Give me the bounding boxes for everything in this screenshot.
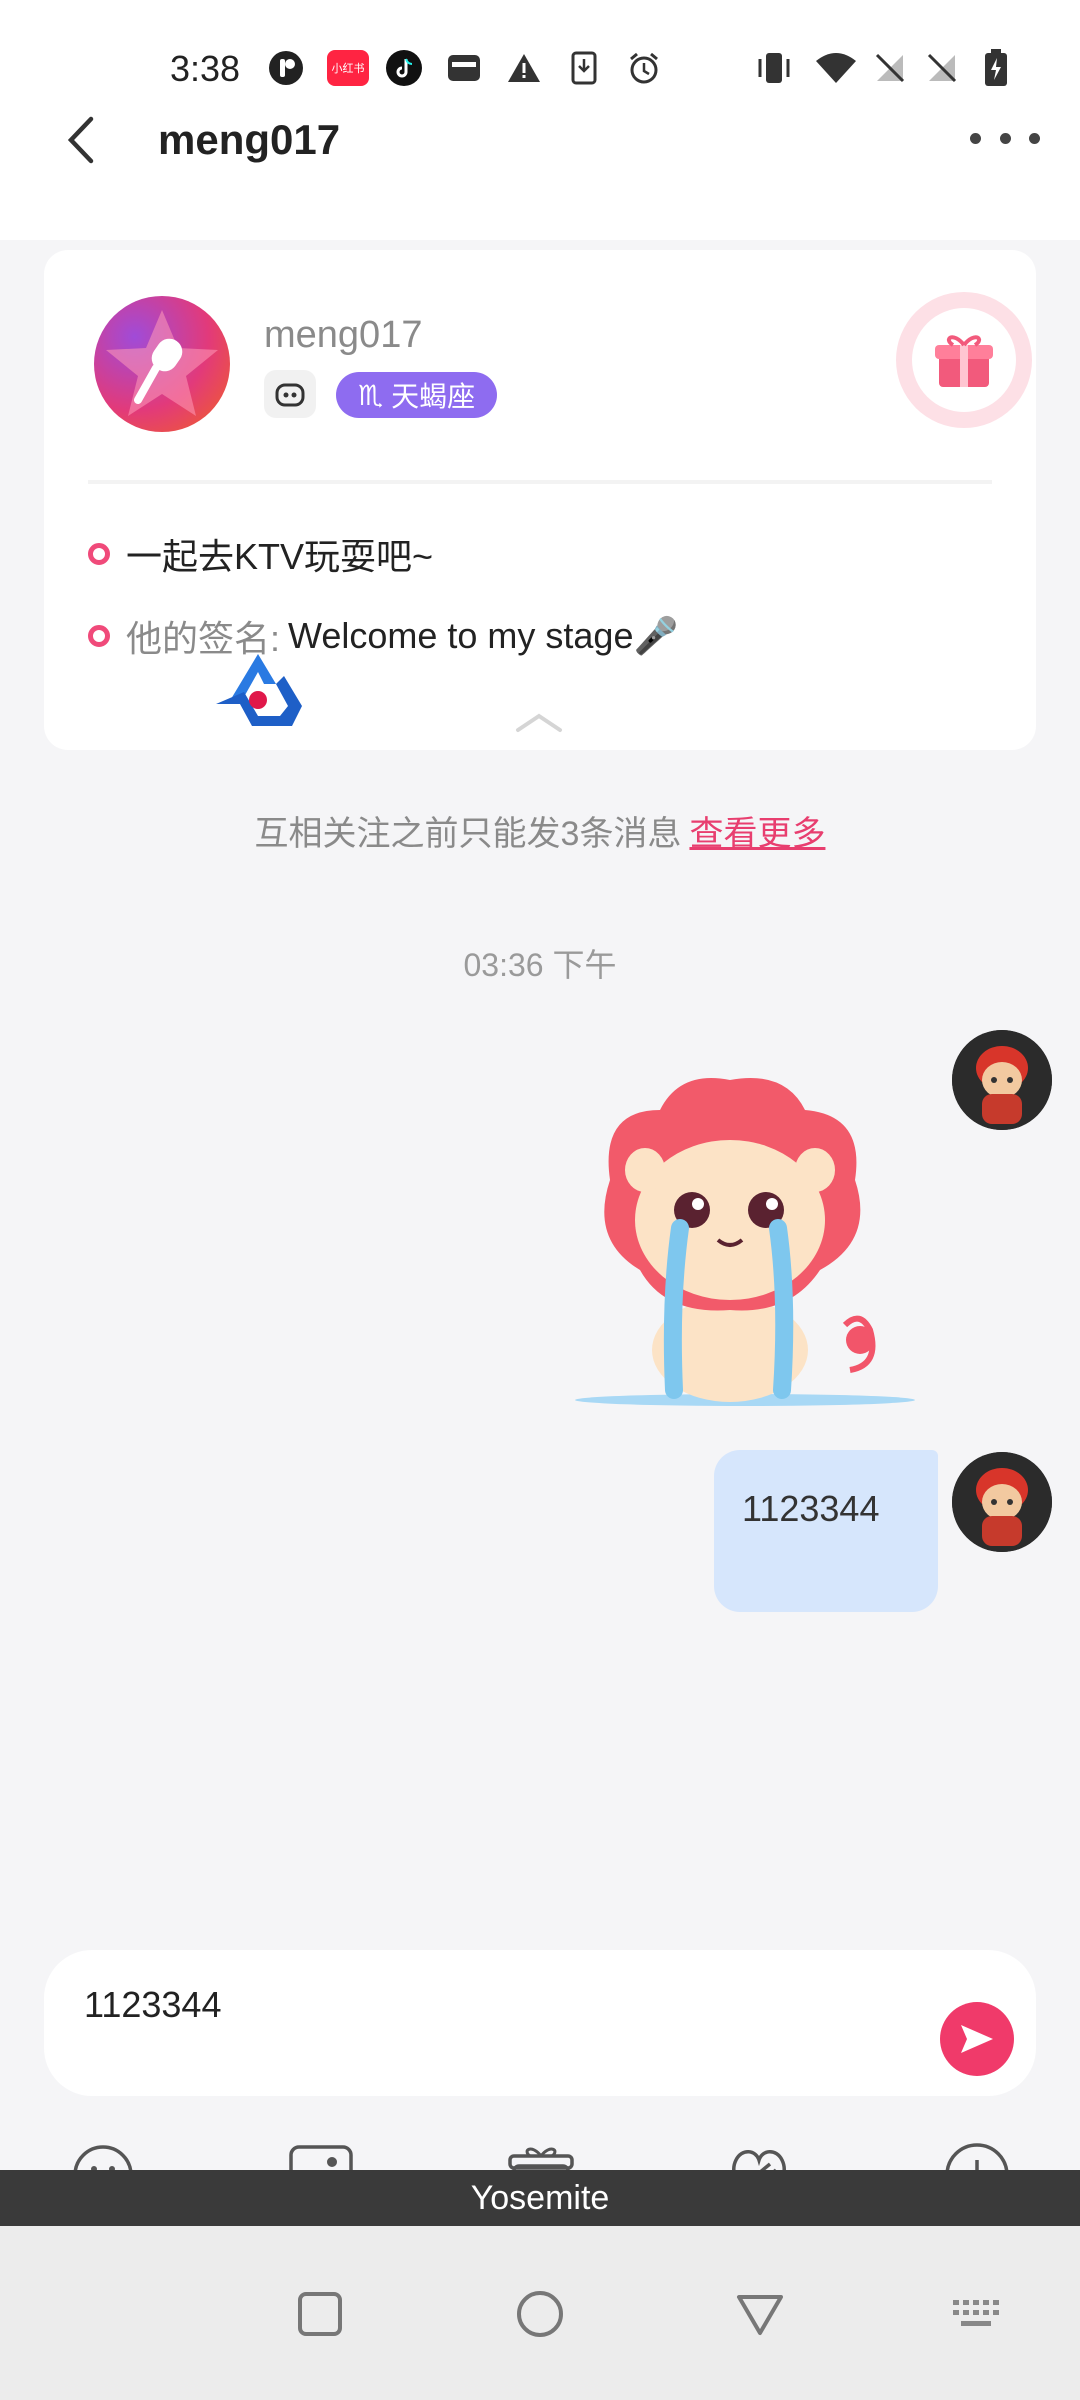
back-button[interactable]: [50, 110, 110, 170]
keyboard-icon: [953, 2300, 999, 2326]
my-avatar[interactable]: [952, 1030, 1052, 1130]
scorpio-icon: ♏: [358, 379, 384, 411]
more-dot-icon: [970, 132, 981, 144]
back-nav-button[interactable]: [730, 2284, 790, 2344]
time-separator: 03:36 下午: [463, 947, 617, 983]
bullet-icon: [88, 543, 110, 565]
profile-intro: 一起去KTV玩耍吧~: [88, 528, 433, 580]
profile-name: meng017: [264, 314, 423, 356]
message-input-text: 1123344: [84, 1984, 222, 2025]
profile-signature: 他的签名: Welcome to my stage🎤: [88, 610, 678, 662]
message-bubble[interactable]: 1123344: [714, 1450, 938, 1612]
page-title: meng017: [158, 116, 341, 163]
floating-app-logo-icon[interactable]: [210, 650, 306, 736]
crying-lion-sticker[interactable]: [570, 1070, 920, 1410]
zodiac-tag: ♏ 天蝎座: [336, 372, 498, 418]
signature-text: Welcome to my stage🎤: [288, 615, 679, 656]
xiaohongshu-icon: 小红书: [326, 50, 370, 86]
gift-icon: [935, 335, 993, 387]
recents-button[interactable]: [290, 2284, 350, 2344]
notice-text: 互相关注之前只能发3条消息: [254, 815, 682, 853]
square-icon: [298, 2292, 342, 2336]
vibrate-icon: [756, 50, 792, 86]
star-microphone-icon: [106, 310, 218, 416]
keyboard-switch-button[interactable]: [946, 2284, 1006, 2344]
app-header: meng017: [0, 90, 1080, 240]
intro-text: 一起去KTV玩耍吧~: [126, 536, 434, 577]
see-more-link[interactable]: 查看更多: [689, 815, 825, 853]
message-text: 1123344: [742, 1488, 880, 1529]
download-icon: [566, 50, 602, 86]
circle-icon: [517, 2291, 563, 2337]
message-input[interactable]: 1123344: [44, 1950, 1036, 2096]
robot-icon: [264, 370, 316, 418]
bullet-icon: [88, 625, 110, 647]
alarm-icon: [626, 50, 662, 86]
card-divider: [88, 480, 992, 484]
system-navigation-bar: [0, 2226, 1080, 2400]
tiktok-icon: [386, 50, 422, 86]
gift-button[interactable]: [896, 292, 1032, 428]
keyboard-name: Yosemite: [470, 2178, 610, 2217]
wallet-icon: [446, 50, 482, 86]
more-options-button[interactable]: [970, 118, 1040, 158]
more-dot-icon: [1029, 132, 1040, 144]
my-avatar[interactable]: [952, 1452, 1052, 1552]
send-button[interactable]: [940, 2002, 1014, 2076]
more-dot-icon: [999, 132, 1011, 144]
profile-card: meng017 ♏ 天蝎座 一起去KTV玩耍吧~ 他的签名: Welcome t…: [44, 250, 1036, 750]
no-sim-icon: [872, 50, 908, 86]
app-notification-icon: [268, 50, 304, 86]
wifi-icon: [814, 50, 858, 86]
battery-icon: [978, 49, 1014, 86]
keyboard-label-bar: Yosemite: [0, 2170, 1080, 2226]
profile-avatar[interactable]: [94, 296, 230, 432]
home-button[interactable]: [510, 2284, 570, 2344]
zodiac-label: 天蝎座: [391, 381, 476, 412]
warning-icon: [506, 50, 542, 86]
message-limit-notice: 互相关注之前只能发3条消息 查看更多: [0, 806, 1080, 855]
send-arrow-icon: [961, 2025, 993, 2053]
collapse-chevron-icon[interactable]: [514, 710, 564, 734]
triangle-down-icon: [737, 2295, 783, 2335]
no-sim-icon-2: [924, 50, 960, 86]
back-arrow-icon: [67, 116, 94, 164]
status-time: 3:38: [170, 48, 241, 89]
